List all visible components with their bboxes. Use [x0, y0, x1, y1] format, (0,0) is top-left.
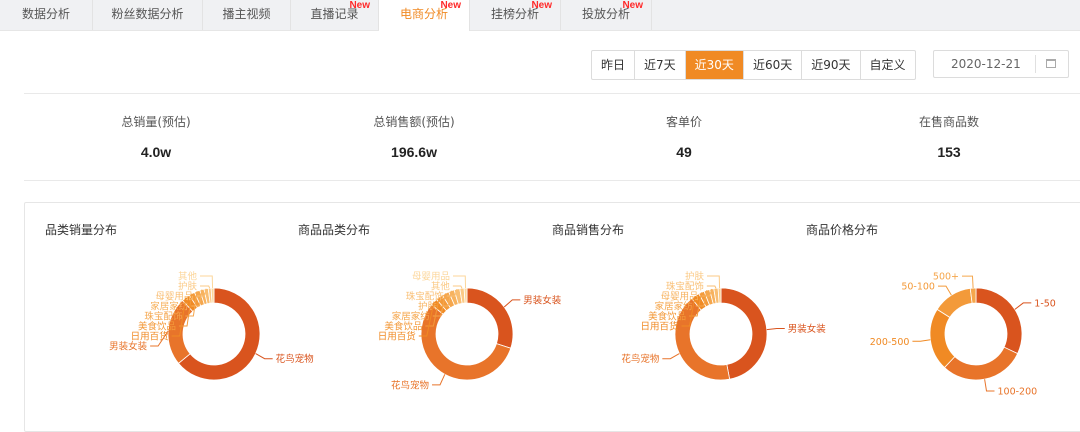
label-leader-line	[452, 285, 463, 289]
pie-slice[interactable]	[943, 346, 1019, 381]
pie-slice[interactable]	[720, 287, 768, 380]
pie-slice[interactable]	[466, 287, 514, 349]
pie-slice[interactable]	[929, 308, 956, 369]
pie-slice[interactable]	[717, 287, 722, 304]
donut-chart: 男装女装母婴用品其他珠宝配饰护肤家居家纺美食饮品日用百货花鸟宠物	[378, 272, 562, 392]
slice-label: 500+	[933, 272, 959, 283]
label-leader-line	[912, 339, 931, 342]
slice-label: 男装女装	[109, 341, 148, 353]
label-leader-line	[1014, 302, 1032, 310]
slice-label: 日用百货	[378, 331, 416, 343]
donut-chart: 男装女装护肤珠宝配饰母婴用品家居家纺美食饮品日用百货花鸟宠物	[621, 271, 827, 381]
slice-label: 1-50	[1034, 298, 1056, 309]
pie-slice[interactable]	[936, 287, 973, 318]
slice-label: 200-500	[870, 337, 910, 348]
pie-slice[interactable]	[463, 287, 468, 304]
label-leader-line	[432, 374, 446, 386]
label-leader-line	[766, 328, 785, 331]
slice-label: 花鸟宠物	[621, 353, 660, 365]
label-leader-line	[200, 285, 211, 289]
donut-chart: 花鸟宠物其他护肤母婴用品家居家纺珠宝配饰美食饮品日用百货男装女装	[109, 271, 315, 381]
slice-label: 日用百货	[641, 321, 679, 333]
donut-chart: 1-50 100-200 500+50-100 200-500	[870, 272, 1056, 398]
slice-label: 100-200	[997, 386, 1037, 397]
slice-label: 50-100	[901, 282, 935, 293]
slice-label: 花鸟宠物	[276, 353, 315, 365]
pie-slice[interactable]	[210, 287, 215, 304]
donut-charts: 花鸟宠物其他护肤母婴用品家居家纺珠宝配饰美食饮品日用百货男装女装男装女装母婴用品…	[109, 271, 1056, 398]
label-leader-line	[706, 285, 717, 289]
slice-label: 男装女装	[788, 323, 827, 335]
slice-label: 花鸟宠物	[391, 379, 430, 391]
label-leader-line	[984, 379, 995, 392]
label-leader-line	[503, 299, 521, 308]
label-leader-line	[662, 353, 680, 360]
slice-label: 男装女装	[523, 294, 562, 306]
pie-slice[interactable]	[975, 287, 1023, 355]
label-leader-line	[255, 353, 273, 360]
label-leader-line	[962, 275, 974, 289]
label-leader-line	[937, 285, 952, 296]
